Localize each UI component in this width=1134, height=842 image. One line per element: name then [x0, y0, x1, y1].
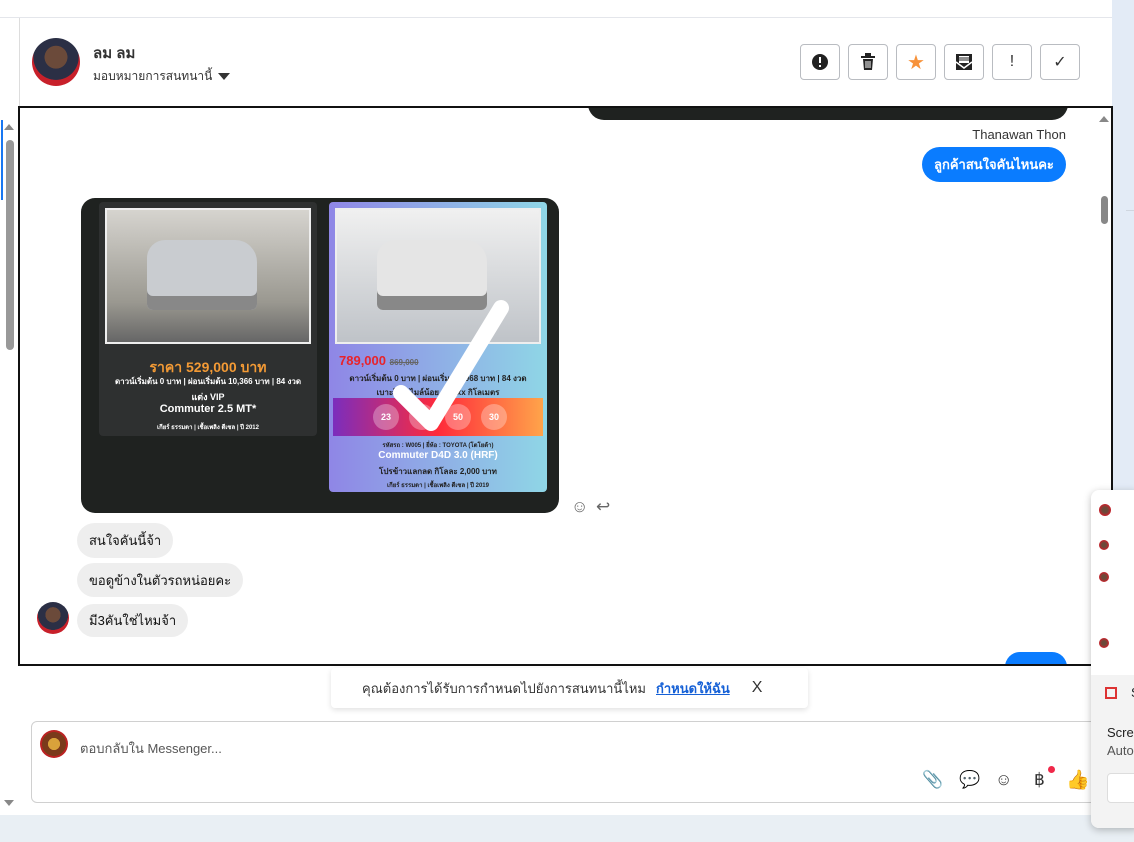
page-avatar [40, 730, 68, 758]
incoming-message: มี3คันใช่ไหมจ้า [77, 604, 189, 637]
emoji-icon[interactable]: ☺ [995, 770, 1012, 790]
scroll-thumb[interactable] [6, 140, 14, 350]
exclamation-icon: ! [1009, 53, 1015, 70]
previous-message-bubble [588, 108, 1068, 120]
mark-unread-button[interactable] [944, 44, 984, 80]
assign-banner: คุณต้องการได้รับการกำหนดไปยังการสนทนานี้… [331, 668, 808, 708]
react-emoji-icon[interactable]: ☺ [571, 497, 588, 517]
divider [19, 18, 20, 108]
specs: เกียร์ ธรรมดา | เชื้อเพลิง ดีเซล | ปี 20… [157, 425, 259, 431]
outgoing-message-partial [1005, 652, 1067, 664]
specs: เกียร์ ธรรมดา | เชื้อเพลิง ดีเซล | ปี 20… [387, 483, 489, 489]
payment-baht-icon[interactable]: ฿ [1034, 770, 1045, 790]
scroll-up-icon[interactable] [1099, 116, 1109, 122]
alert-circle-icon [812, 54, 828, 70]
snipping-tool-icon [1105, 687, 1117, 699]
tag: แต่ง VIP [191, 392, 225, 402]
spam-button[interactable] [800, 44, 840, 80]
incoming-message: ขอดูข้างในตัวรถหน่อยคะ [77, 563, 244, 597]
star-button[interactable]: ★ [896, 44, 936, 80]
trash-icon [861, 53, 875, 70]
mini-avatar [1099, 504, 1111, 516]
scroll-up-icon[interactable] [4, 124, 14, 130]
incoming-message: สนใจคันนี้จ้า [77, 523, 174, 558]
mini-avatar [1099, 540, 1109, 550]
model: Commuter 2.5 MT* [159, 403, 257, 415]
delete-button[interactable] [848, 44, 888, 80]
caret-down-icon [218, 73, 231, 80]
star-icon: ★ [907, 51, 925, 74]
bottom-bar [0, 815, 1134, 842]
brand: รหัสรถ : W005 | ยี่ห้อ : TOYOTA (โตโยต้า… [382, 443, 494, 449]
reply-composer[interactable]: ตอบกลับใน Messenger... 📎 💬 ☺ ฿ 👍 [31, 721, 1113, 803]
check-icon: ✓ [1053, 54, 1067, 71]
notification-line: Auto [1107, 743, 1134, 758]
message-thread: Thanawan Thon ลูกค้าสนใจคันไหนคะ ราคา 52… [18, 106, 1113, 666]
right-pane [1112, 0, 1134, 490]
assign-label: มอบหมายการสนทนานี้ [93, 69, 213, 83]
contact-avatar-small [37, 602, 69, 634]
done-button[interactable]: ✓ [1040, 44, 1080, 80]
car-card-left: ราคา 529,000 บาท ดาวน์เริ่มต้น 0 บาท | ผ… [99, 202, 317, 436]
mini-avatar [1099, 638, 1109, 648]
scroll-thumb[interactable] [1101, 196, 1108, 224]
envelope-icon [955, 54, 973, 70]
thumbs-up-icon[interactable]: 👍 [1066, 768, 1090, 792]
floating-preview-panel[interactable]: S Scre Auto [1091, 490, 1134, 828]
attachment-icon[interactable]: 📎 [922, 770, 943, 790]
top-strip [0, 0, 1112, 18]
mini-avatar [1099, 572, 1109, 582]
contact-name: ลม ลม [93, 45, 136, 62]
notification-button[interactable] [1107, 773, 1134, 803]
sender-name: Thanawan Thon [972, 127, 1066, 142]
important-button[interactable]: ! [992, 44, 1032, 80]
notification-dot [1048, 766, 1055, 773]
model: Commuter D4D 3.0 (HRF) [378, 450, 498, 461]
saved-replies-icon[interactable]: 💬 [959, 770, 980, 790]
scroll-marker [1, 120, 3, 200]
snipping-tool-notification[interactable]: S Scre Auto [1091, 675, 1134, 828]
banner-text: คุณต้องการได้รับการกำหนดไปยังการสนทนานี้… [362, 680, 646, 696]
terms: ดาวน์เริ่มต้น 0 บาท | ผ่อนเริ่มต้น 10,36… [114, 377, 302, 386]
promo: โปรข้าวแลกลด กิโลละ 2,000 บาท [379, 467, 497, 476]
notification-line: Scre [1107, 725, 1134, 740]
car-ad-image[interactable]: ราคา 529,000 บาท ดาวน์เริ่มต้น 0 บาท | ผ… [81, 198, 559, 513]
assign-to-me-link[interactable]: กำหนดให้ฉัน [656, 678, 730, 699]
assign-conversation-dropdown[interactable]: มอบหมายการสนทนานี้ [93, 67, 231, 86]
close-icon[interactable]: X [752, 679, 763, 697]
reply-icon[interactable]: ↩ [596, 497, 610, 517]
reply-input[interactable]: ตอบกลับใน Messenger... [80, 738, 222, 759]
checkmark-overlay [393, 300, 509, 431]
contact-avatar[interactable] [32, 38, 80, 86]
page-scrollbar[interactable] [0, 118, 18, 812]
scroll-down-icon[interactable] [4, 800, 14, 806]
outgoing-message: ลูกค้าสนใจคันไหนคะ [922, 147, 1066, 182]
